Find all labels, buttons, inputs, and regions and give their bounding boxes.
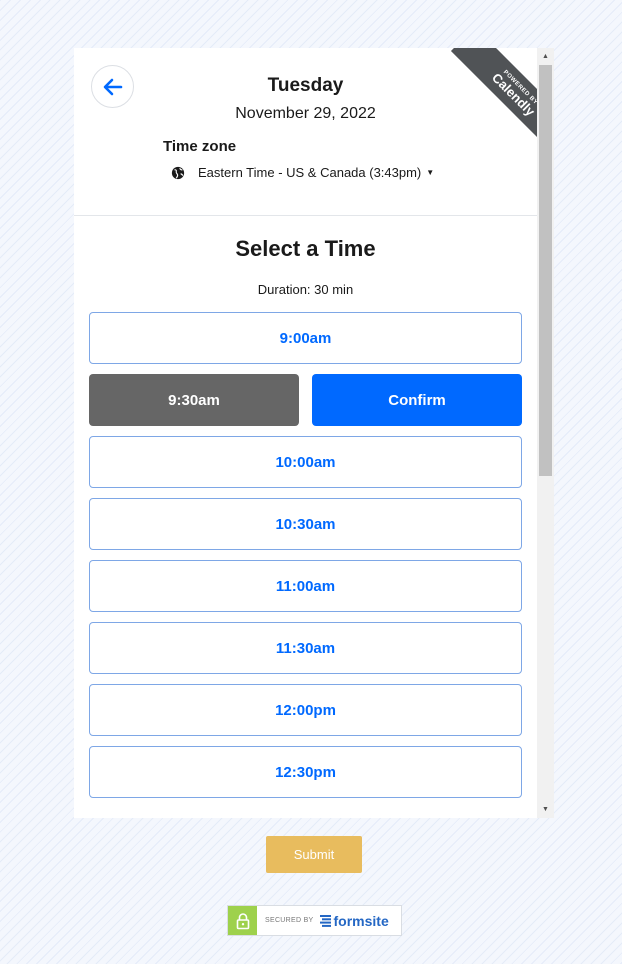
caret-down-icon: ▼ (426, 168, 435, 177)
formsite-brand-text: formsite (333, 912, 389, 929)
scroll-thumb[interactable] (539, 65, 552, 476)
time-slot-list: 9:00am 9:30am Confirm 10:00am 10:30am 11… (89, 312, 522, 808)
selected-time-slot[interactable]: 9:30am (89, 374, 299, 426)
scheduling-panel: Tuesday November 29, 2022 Time zone East… (74, 48, 537, 818)
globe-icon (171, 166, 185, 179)
time-slot-button[interactable]: 12:30pm (89, 746, 522, 798)
select-time-title: Select a Time (235, 236, 376, 261)
confirm-button[interactable]: Confirm (312, 374, 522, 426)
scroll-down-icon[interactable]: ▼ (537, 801, 554, 818)
divider (74, 215, 537, 216)
submit-button[interactable]: Submit (266, 836, 362, 873)
time-slot-button[interactable]: 11:00am (89, 560, 522, 612)
time-slot-button[interactable]: 10:30am (89, 498, 522, 550)
secured-by-formsite-badge[interactable]: SECURED BY formsite (227, 905, 402, 936)
formsite-logo: formsite (319, 912, 389, 929)
vertical-scrollbar[interactable]: ▲ ▼ (537, 48, 554, 818)
selected-slot-row: 9:30am Confirm (89, 374, 522, 426)
timezone-value: Eastern Time - US & Canada (3:43pm) (198, 165, 422, 180)
time-slot-button[interactable]: 11:30am (89, 622, 522, 674)
scroll-up-icon[interactable]: ▲ (537, 48, 554, 65)
time-slot-button[interactable]: 9:00am (89, 312, 522, 364)
formsite-logo-icon (319, 914, 331, 927)
timezone-select[interactable]: Eastern Time - US & Canada (3:43pm) ▼ (171, 165, 434, 180)
time-slot-button[interactable]: 12:00pm (89, 684, 522, 736)
timezone-label: Time zone (163, 138, 237, 155)
duration-text: Duration: 30 min (257, 282, 354, 297)
secured-by-label: SECURED BY (265, 917, 314, 924)
powered-by-ribbon[interactable]: POWERED BY Calendly (427, 48, 537, 158)
lock-icon (228, 906, 257, 935)
time-slot-button[interactable]: 10:00am (89, 436, 522, 488)
calendly-widget: Tuesday November 29, 2022 Time zone East… (74, 48, 554, 818)
